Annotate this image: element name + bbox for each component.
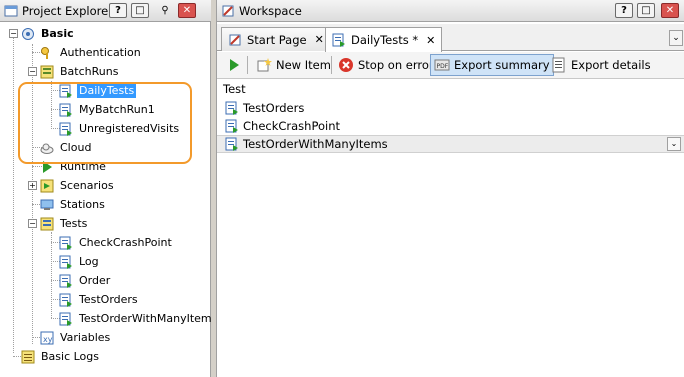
tab-start-page[interactable]: Start Page ✕ — [221, 27, 331, 51]
test-file-icon — [59, 255, 72, 269]
pin-button[interactable]: ⚲ — [156, 3, 174, 18]
test-file-icon — [225, 137, 238, 151]
maximize-button[interactable]: □ — [131, 3, 149, 18]
variables-icon: xy — [40, 331, 54, 344]
project-suite-icon — [22, 27, 34, 40]
panel-title: Workspace — [239, 3, 302, 18]
tree-item-order[interactable]: Order — [59, 271, 112, 290]
test-file-icon — [225, 101, 238, 115]
grid-row-testorderwithmanyitems[interactable]: TestOrderWithManyItems ⌄ — [217, 135, 684, 153]
help-button[interactable]: ? — [109, 3, 127, 18]
tree-item-label: Variables — [60, 331, 111, 344]
test-file-icon — [59, 236, 72, 250]
stop-on-error-label: Stop on error — [358, 58, 434, 72]
tree-item-log[interactable]: Log — [59, 252, 101, 271]
tree-item-stations[interactable]: Stations — [40, 195, 107, 214]
tree-item-variables[interactable]: xy Variables — [40, 328, 112, 347]
project-explorer-header: Project Explorer ? □ ⚲ ✕ — [0, 0, 211, 22]
tree-item-label: Order — [79, 274, 111, 287]
workspace-header: Workspace ? □ ✕ — [217, 0, 684, 22]
grid-row-testorders[interactable]: TestOrders — [217, 99, 684, 117]
tree-item-checkcrashpoint[interactable]: CheckCrashPoint — [59, 233, 174, 252]
stop-on-error-button[interactable]: Stop on error — [335, 54, 437, 76]
tree-item-label: Log — [79, 255, 99, 268]
tree-item-testorderwithmanyitems[interactable]: TestOrderWithManyItems — [59, 309, 219, 328]
toolbar: New Item Stop on error PDF Export summar… — [217, 52, 684, 79]
tab-dailytests[interactable]: DailyTests * ✕ — [325, 27, 443, 52]
tree-item-scenarios[interactable]: Scenarios — [40, 176, 116, 195]
panel-title: Project Explorer — [22, 3, 113, 18]
svg-text:PDF: PDF — [437, 63, 449, 70]
tabs-dropdown-icon[interactable]: ⌄ — [669, 30, 683, 46]
export-details-label: Export details — [571, 58, 651, 72]
tab-label: Start Page — [247, 32, 307, 47]
close-tab-icon[interactable]: ✕ — [315, 33, 324, 46]
collapse-basic-toggle[interactable]: − — [9, 29, 18, 38]
collapse-tests-toggle[interactable]: − — [28, 219, 37, 228]
close-button[interactable]: ✕ — [661, 3, 679, 18]
batch-runs-icon — [40, 65, 54, 78]
pdf-icon: PDF — [434, 59, 450, 71]
test-file-icon — [59, 293, 72, 307]
svg-text:xy: xy — [43, 335, 53, 344]
stop-icon — [339, 58, 353, 72]
key-icon — [41, 46, 49, 59]
tree-item-label: Basic — [41, 27, 74, 40]
scenarios-icon — [40, 179, 54, 192]
new-item-label: New Item — [276, 58, 331, 72]
tree-item-label: Basic Logs — [41, 350, 99, 363]
play-icon — [230, 59, 239, 71]
batchruns-highlight — [18, 82, 192, 164]
tree-item-label: Tests — [60, 217, 88, 230]
tree-item-testorders[interactable]: TestOrders — [59, 290, 140, 309]
close-tab-icon[interactable]: ✕ — [426, 34, 435, 47]
tree-item-label: Stations — [60, 198, 105, 211]
tree-item-tests[interactable]: Tests — [40, 214, 89, 233]
start-page-icon — [229, 34, 241, 45]
tree-item-basic[interactable]: Basic — [21, 24, 76, 43]
grid-row-label: TestOrders — [243, 101, 305, 115]
project-explorer-icon — [4, 5, 18, 17]
run-button[interactable] — [223, 54, 249, 76]
tree-item-label: BatchRuns — [60, 65, 119, 78]
project-explorer-panel: Project Explorer ? □ ⚲ ✕ − − + − Basic A… — [0, 0, 217, 377]
tree-item-label: CheckCrashPoint — [79, 236, 172, 249]
logs-icon — [21, 350, 35, 363]
tree-item-label: Scenarios — [60, 179, 114, 192]
tree-item-label: TestOrderWithManyItems — [79, 312, 218, 325]
chevron-down-icon[interactable]: ⌄ — [667, 137, 681, 151]
maximize-button[interactable]: □ — [637, 3, 655, 18]
grid-header-test: Test — [223, 82, 246, 96]
new-item-button[interactable]: New Item — [253, 54, 334, 76]
export-summary-label: Export summary — [454, 58, 550, 72]
grid-row-label: CheckCrashPoint — [243, 119, 341, 133]
grid-row-checkcrashpoint[interactable]: CheckCrashPoint — [217, 117, 684, 135]
tree-item-batchruns[interactable]: BatchRuns — [40, 62, 120, 81]
new-item-icon — [257, 58, 272, 72]
export-details-button[interactable]: Export details — [548, 54, 654, 76]
collapse-batchruns-toggle[interactable]: − — [28, 67, 37, 76]
test-file-icon — [332, 33, 345, 47]
test-file-icon — [225, 119, 238, 133]
close-button[interactable]: ✕ — [178, 3, 196, 18]
tab-label: DailyTests * — [351, 33, 419, 47]
expand-scenarios-toggle[interactable]: + — [28, 181, 37, 190]
export-details-icon — [552, 57, 565, 73]
tree-item-basic-logs[interactable]: Basic Logs — [21, 347, 101, 366]
tests-folder-icon — [40, 217, 54, 230]
test-file-icon — [59, 274, 72, 288]
help-button[interactable]: ? — [615, 3, 633, 18]
grid-row-label: TestOrderWithManyItems — [243, 137, 388, 151]
tree-item-label: TestOrders — [79, 293, 138, 306]
export-summary-button[interactable]: PDF Export summary — [430, 54, 554, 76]
stations-icon — [40, 199, 54, 210]
tree-item-authentication[interactable]: Authentication — [40, 43, 143, 62]
workspace-panel: Workspace ? □ ✕ Start Page ✕ DailyTests … — [216, 0, 684, 377]
test-file-icon — [59, 312, 72, 326]
workspace-icon — [222, 5, 234, 17]
editor-tabs: Start Page ✕ DailyTests * ✕ ⌄ — [217, 24, 684, 52]
tree-item-label: Authentication — [60, 46, 141, 59]
